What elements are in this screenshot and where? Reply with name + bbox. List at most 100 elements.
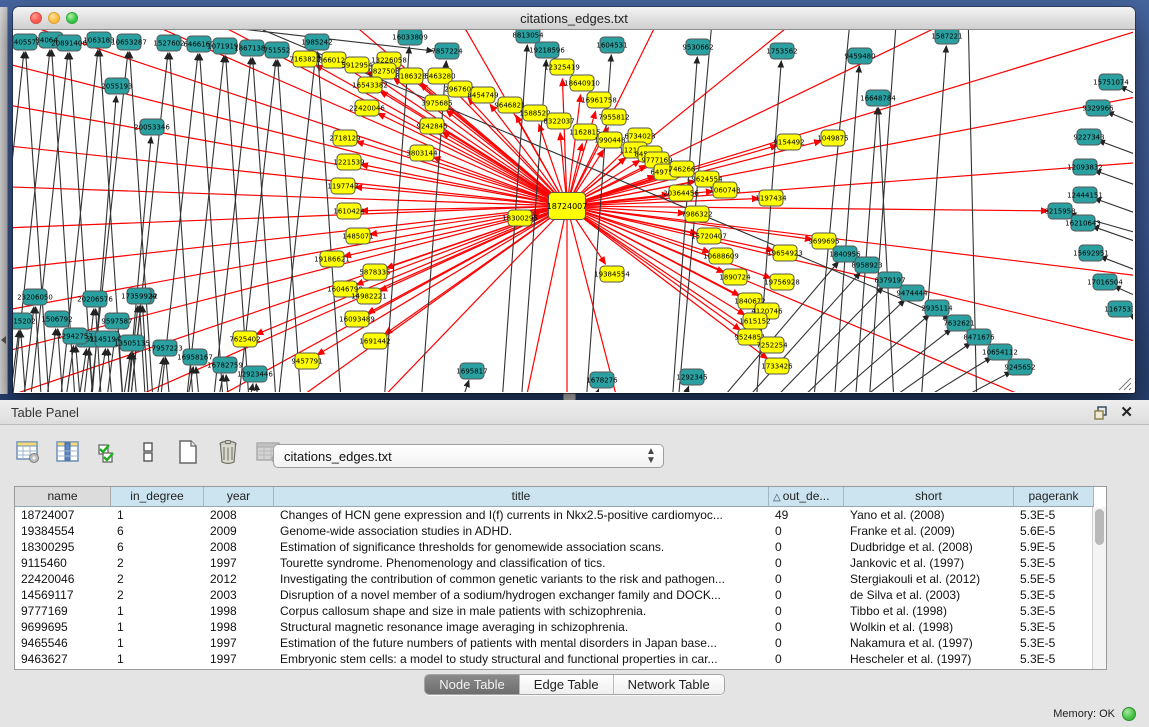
table-cell[interactable]: 1998 <box>204 619 274 635</box>
table-cell[interactable]: 0 <box>769 555 844 571</box>
column-header-in_degree[interactable]: in_degree <box>111 487 204 507</box>
table-cell[interactable]: Embryonic stem cells: a model to study s… <box>274 651 769 667</box>
table-cell[interactable]: Dudbridge et al. (2008) <box>844 539 1014 555</box>
table-cell[interactable]: 6 <box>111 523 204 539</box>
delete-table-icon[interactable] <box>214 438 242 466</box>
table-cell[interactable]: 1997 <box>204 651 274 667</box>
table-cell[interactable]: Wolkin et al. (1998) <box>844 619 1014 635</box>
column-header-name[interactable]: name <box>15 487 111 507</box>
table-cell[interactable]: Estimation of significance thresholds fo… <box>274 539 769 555</box>
table-cell[interactable]: 14569117 <box>15 587 111 603</box>
table-cell[interactable]: 5.3E-5 <box>1014 555 1094 571</box>
table-row[interactable]: 946554611997Estimation of the future num… <box>15 635 1106 651</box>
window-titlebar[interactable]: citations_edges.txt <box>13 7 1135 30</box>
collapse-arrow-icon[interactable] <box>1 336 6 344</box>
table-cell[interactable]: 9463627 <box>15 651 111 667</box>
table-cell[interactable]: Estimation of the future numbers of pati… <box>274 635 769 651</box>
table-cell[interactable]: 49 <box>769 507 844 523</box>
table-cell[interactable]: Tourette syndrome. Phenomenology and cla… <box>274 555 769 571</box>
table-cell[interactable]: 5.6E-5 <box>1014 523 1094 539</box>
tab-network-table[interactable]: Network Table <box>614 675 724 694</box>
table-cell[interactable]: 1998 <box>204 603 274 619</box>
table-cell[interactable]: Nakamura et al. (1997) <box>844 635 1014 651</box>
table-cell[interactable]: 1 <box>111 619 204 635</box>
table-cell[interactable]: 0 <box>769 603 844 619</box>
column-header-short[interactable]: short <box>844 487 1014 507</box>
table-cell[interactable]: 9115460 <box>15 555 111 571</box>
table-cell[interactable]: 5.3E-5 <box>1014 507 1094 523</box>
row-height-icon[interactable] <box>134 438 162 466</box>
table-cell[interactable]: 5.5E-5 <box>1014 571 1094 587</box>
table-row[interactable]: 1938455462009Genome-wide association stu… <box>15 523 1106 539</box>
table-cell[interactable]: 0 <box>769 651 844 667</box>
close-icon[interactable]: ✕ <box>1120 403 1133 421</box>
table-cell[interactable]: 5.3E-5 <box>1014 635 1094 651</box>
table-settings-icon[interactable] <box>14 438 42 466</box>
column-header-pagerank[interactable]: pagerank <box>1014 487 1094 507</box>
table-cell[interactable]: 1 <box>111 603 204 619</box>
table-cell[interactable]: 0 <box>769 523 844 539</box>
table-row[interactable]: 1872400712008Changes of HCN gene express… <box>15 507 1106 523</box>
table-cell[interactable]: 19384554 <box>15 523 111 539</box>
table-cell[interactable]: 18724007 <box>15 507 111 523</box>
table-cell[interactable]: 2008 <box>204 539 274 555</box>
window-resize-grip[interactable] <box>1119 378 1131 390</box>
table-row[interactable]: 2242004622012Investigating the contribut… <box>15 571 1106 587</box>
column-header-year[interactable]: year <box>204 487 274 507</box>
table-cell[interactable]: de Silva et al. (2003) <box>844 587 1014 603</box>
table-cell[interactable]: Genome-wide association studies in ADHD. <box>274 523 769 539</box>
table-cell[interactable]: Yano et al. (2008) <box>844 507 1014 523</box>
table-cell[interactable]: 2 <box>111 587 204 603</box>
table-cell[interactable]: 9465546 <box>15 635 111 651</box>
tab-node-table[interactable]: Node Table <box>425 675 520 694</box>
network-canvas[interactable]: 7163822866012859129541322605898275088186… <box>13 30 1133 392</box>
new-table-icon[interactable] <box>174 438 202 466</box>
table-cell[interactable]: 6 <box>111 539 204 555</box>
table-cell[interactable]: Hescheler et al. (1997) <box>844 651 1014 667</box>
table-cell[interactable]: 22420046 <box>15 571 111 587</box>
table-selector[interactable]: citations_edges.txt ▲▼ <box>273 444 664 468</box>
table-cell[interactable]: 5.3E-5 <box>1014 587 1094 603</box>
column-header-out_de[interactable]: △out_de... <box>769 487 844 507</box>
table-row[interactable]: 1456911722003Disruption of a novel membe… <box>15 587 1106 603</box>
table-cell[interactable]: Tibbo et al. (1998) <box>844 603 1014 619</box>
table-cell[interactable]: 2 <box>111 571 204 587</box>
network-graph-view[interactable]: 7163822866012859129541322605898275088186… <box>13 30 1133 392</box>
scrollbar-thumb[interactable] <box>1095 509 1104 545</box>
table-cell[interactable]: Stergiakouli et al. (2012) <box>844 571 1014 587</box>
table-cell[interactable]: 5.3E-5 <box>1014 619 1094 635</box>
table-cell[interactable]: 0 <box>769 619 844 635</box>
table-cell[interactable]: 1997 <box>204 635 274 651</box>
tab-edge-table[interactable]: Edge Table <box>520 675 614 694</box>
table-cell[interactable]: 5.3E-5 <box>1014 603 1094 619</box>
table-cell[interactable]: 2009 <box>204 523 274 539</box>
table-cell[interactable]: 9699695 <box>15 619 111 635</box>
table-cell[interactable]: 1 <box>111 635 204 651</box>
table-cell[interactable]: 1 <box>111 651 204 667</box>
table-row[interactable]: 977716911998Corpus callosum shape and si… <box>15 603 1106 619</box>
table-cell[interactable]: Franke et al. (2009) <box>844 523 1014 539</box>
table-cell[interactable]: 2003 <box>204 587 274 603</box>
table-cell[interactable]: Jankovic et al. (1997) <box>844 555 1014 571</box>
table-row[interactable]: 911546021997Tourette syndrome. Phenomeno… <box>15 555 1106 571</box>
table-cell[interactable]: Investigating the contribution of common… <box>274 571 769 587</box>
select-columns-icon[interactable] <box>94 438 122 466</box>
table-cell[interactable]: 0 <box>769 539 844 555</box>
table-cell[interactable]: Structural magnetic resonance image aver… <box>274 619 769 635</box>
memory-status-icon[interactable] <box>1122 707 1136 721</box>
table-cell[interactable]: Corpus callosum shape and size in male p… <box>274 603 769 619</box>
table-cell[interactable]: 1997 <box>204 555 274 571</box>
table-cell[interactable]: 9777169 <box>15 603 111 619</box>
table-cell[interactable]: 2008 <box>204 507 274 523</box>
float-window-icon[interactable] <box>1093 405 1109 421</box>
table-cell[interactable]: Changes of HCN gene expression and I(f) … <box>274 507 769 523</box>
table-row[interactable]: 969969511998Structural magnetic resonanc… <box>15 619 1106 635</box>
table-cell[interactable]: 1 <box>111 507 204 523</box>
table-cell[interactable]: 0 <box>769 635 844 651</box>
table-cell[interactable]: 0 <box>769 587 844 603</box>
table-cell[interactable]: 18300295 <box>15 539 111 555</box>
table-cell[interactable]: 5.3E-5 <box>1014 651 1094 667</box>
column-header-title[interactable]: title <box>274 487 769 507</box>
table-cell[interactable]: 5.9E-5 <box>1014 539 1094 555</box>
table-cell[interactable]: 2 <box>111 555 204 571</box>
